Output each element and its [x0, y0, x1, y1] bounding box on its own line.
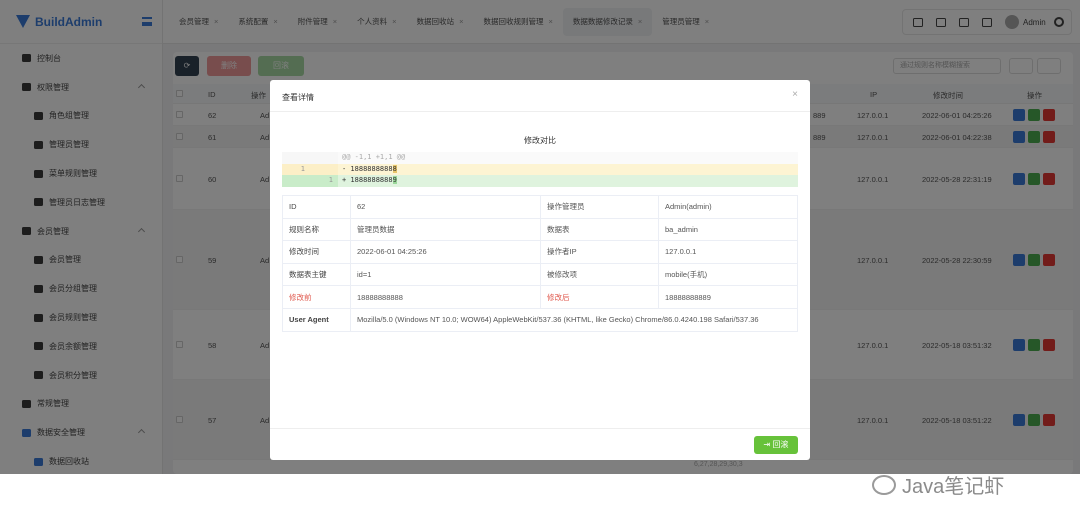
table-cell-fragment: 6,27,28,29,30,3	[694, 461, 743, 468]
details-row: ID 62 操作管理员 Admin(admin)	[282, 195, 798, 219]
detail-value: id=1	[350, 262, 541, 287]
detail-value: 2022-06-01 04:25:26	[350, 240, 541, 264]
detail-value: Admin(admin)	[658, 195, 798, 219]
detail-value: 18888888889	[658, 285, 798, 309]
detail-label: 数据表	[540, 217, 659, 242]
detail-label: 规则名称	[282, 217, 351, 242]
details-row: 数据表主键 id=1 被修改项 mobile(手机)	[282, 262, 798, 287]
diff-view: @@ -1,1 +1,1 @@ 1 - 18888888888 1 + 1888…	[282, 152, 798, 187]
rollback-button[interactable]: ⇥ 回滚	[754, 436, 798, 454]
detail-value: 18888888888	[350, 285, 541, 309]
detail-label: 操作管理员	[540, 195, 659, 219]
diff-title: 修改对比	[524, 136, 556, 145]
modal-header: 查看详情 ×	[270, 80, 810, 112]
diff-new-line-number: 1	[310, 175, 338, 187]
detail-label: 被修改项	[540, 262, 659, 287]
watermark-text: Java笔记虾	[902, 476, 1005, 498]
detail-label: ID	[282, 195, 351, 219]
detail-value: ba_admin	[658, 217, 798, 242]
diff-added-line: 1 + 18888888889	[282, 175, 798, 187]
detail-label: 数据表主键	[282, 262, 351, 287]
diff-removed-text: - 18888888888	[338, 163, 798, 175]
detail-value: 管理员数据	[350, 217, 541, 242]
detail-value: mobile(手机)	[658, 262, 798, 287]
details-row: 修改时间 2022-06-01 04:25:26 操作者IP 127.0.0.1	[282, 240, 798, 264]
details-table: ID 62 操作管理员 Admin(admin) 规则名称 管理员数据 数据表 ba_admi…	[282, 195, 798, 332]
user-agent-value: Mozilla/5.0 (Windows NT 10.0; WOW64) App…	[350, 307, 798, 332]
diff-old-line-number: 1	[282, 163, 310, 175]
rollback-button-label: 回滚	[772, 440, 789, 449]
detail-label: 修改前	[282, 285, 351, 309]
diff-hunk-text: @@ -1,1 +1,1 @@	[338, 152, 798, 164]
user-agent-label: User Agent	[282, 307, 351, 332]
diff-removed-line: 1 - 18888888888	[282, 163, 798, 175]
details-modal: 查看详情 × 修改对比 @@ -1,1 +1,1 @@ 1 - 18888888…	[270, 80, 810, 460]
detail-value: 127.0.0.1	[658, 240, 798, 264]
diff-hunk-line: @@ -1,1 +1,1 @@	[282, 152, 798, 164]
details-row: 规则名称 管理员数据 数据表 ba_admin	[282, 217, 798, 242]
detail-label: 修改时间	[282, 240, 351, 264]
detail-value: 62	[350, 195, 541, 219]
details-row: 修改前 18888888888 修改后 18888888889	[282, 285, 798, 309]
close-icon[interactable]: ×	[792, 90, 798, 100]
modal-title: 查看详情	[282, 93, 314, 102]
diff-added-text: + 18888888889	[338, 175, 798, 187]
modal-footer: ⇥ 回滚	[270, 428, 810, 460]
user-agent-row: User Agent Mozilla/5.0 (Windows NT 10.0;…	[282, 307, 798, 332]
detail-label: 修改后	[540, 285, 659, 309]
watermark: Java笔记虾	[872, 470, 1004, 499]
wechat-icon	[872, 474, 896, 495]
detail-label: 操作者IP	[540, 240, 659, 264]
